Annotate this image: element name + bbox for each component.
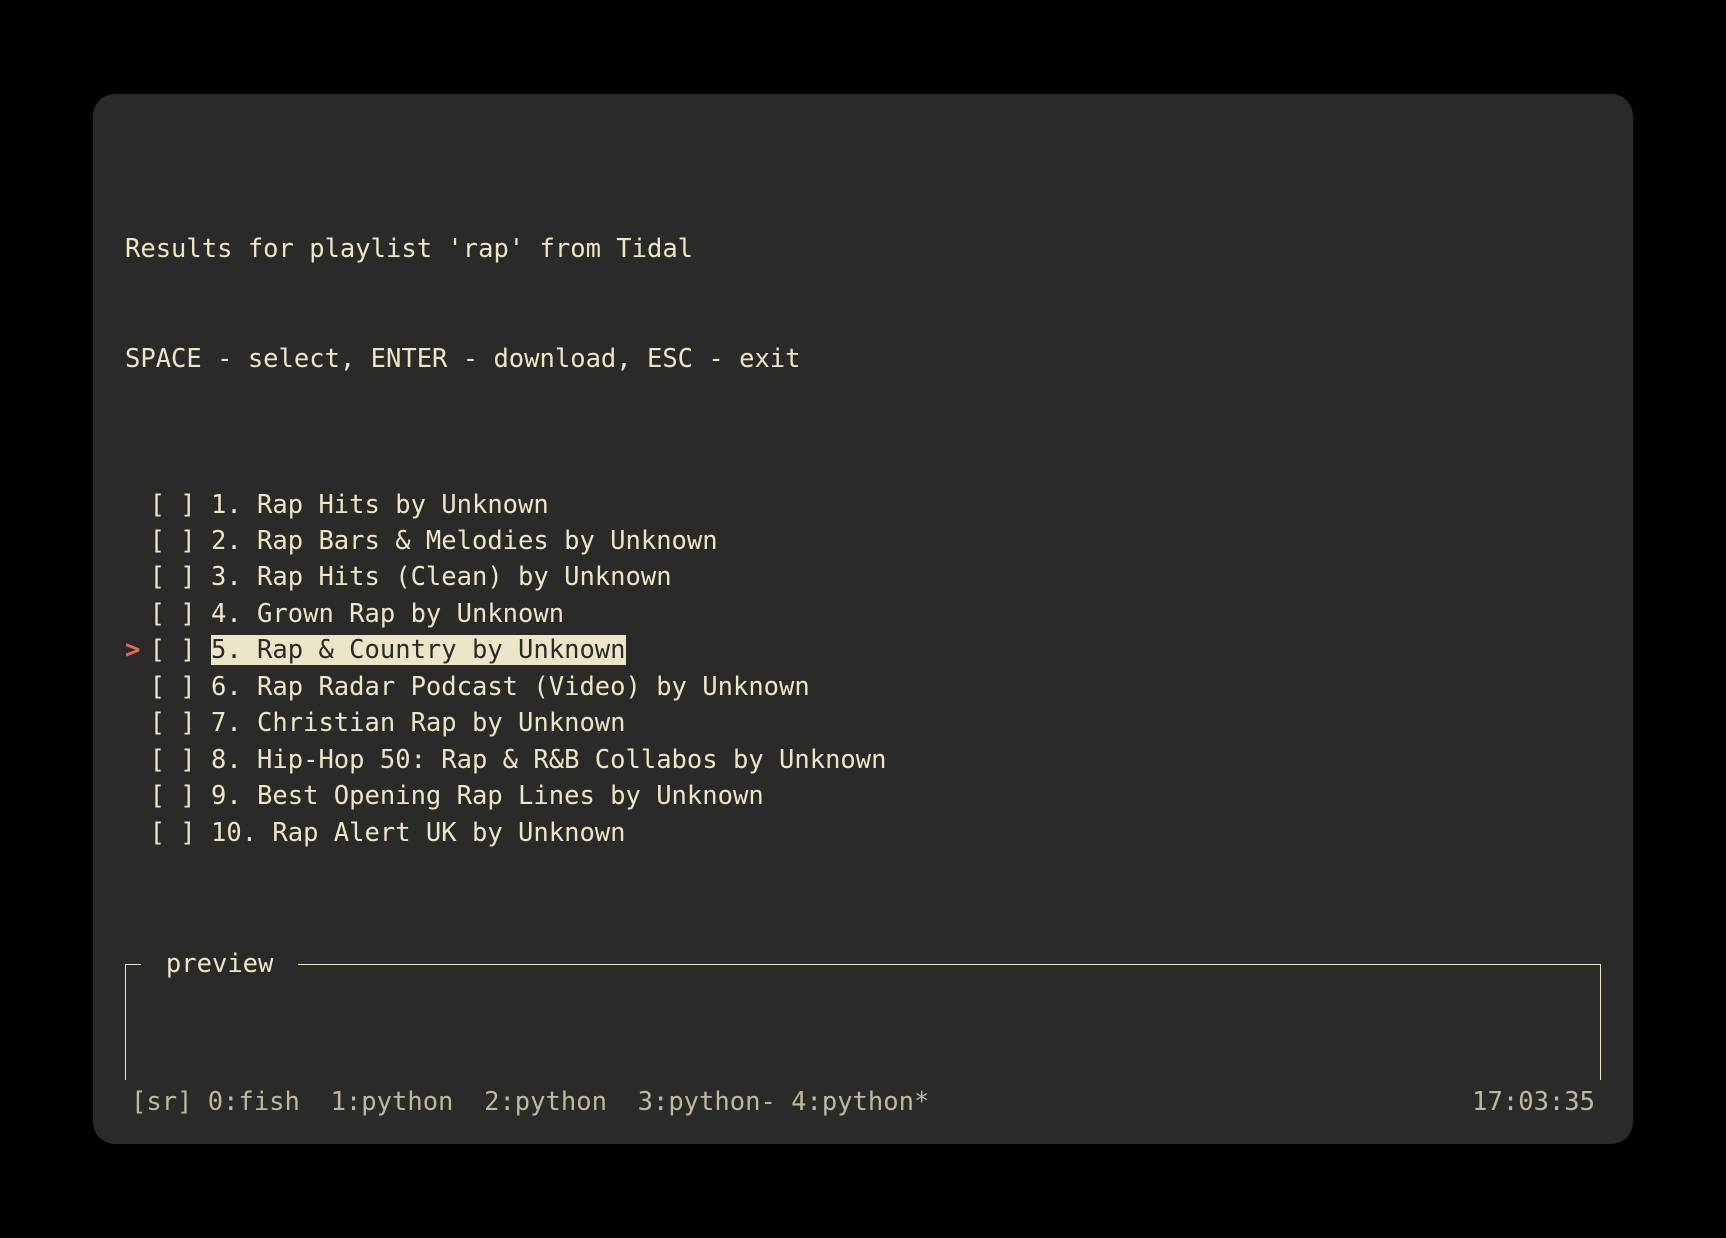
cursor-indicator — [125, 815, 150, 851]
list-checkbox[interactable]: [ ] — [150, 599, 211, 629]
list-checkbox[interactable]: [ ] — [150, 635, 211, 665]
list-checkbox[interactable]: [ ] — [150, 781, 211, 811]
list-item-label: 10. Rap Alert UK by Unknown — [211, 818, 626, 848]
list-checkbox[interactable]: [ ] — [150, 490, 211, 520]
cursor-indicator — [125, 669, 150, 705]
list-item-label: 7. Christian Rap by Unknown — [211, 708, 626, 738]
list-checkbox[interactable]: [ ] — [150, 745, 211, 775]
terminal-main: Results for playlist 'rap' from Tidal SP… — [125, 122, 1601, 1080]
list-item-label: 6. Rap Radar Podcast (Video) by Unknown — [211, 672, 810, 702]
cursor-indicator — [125, 559, 150, 595]
cursor-indicator — [125, 705, 150, 741]
list-checkbox[interactable]: [ ] — [150, 526, 211, 556]
tmux-status-left[interactable]: [sr] 0:fish 1:python 2:python 3:python- … — [131, 1084, 929, 1120]
cursor-indicator — [125, 596, 150, 632]
list-item[interactable]: [ ] 1. Rap Hits by Unknown — [125, 487, 1601, 523]
list-item[interactable]: [ ] 9. Best Opening Rap Lines by Unknown — [125, 778, 1601, 814]
list-item-label: 1. Rap Hits by Unknown — [211, 490, 549, 520]
list-item-label: 8. Hip-Hop 50: Rap & R&B Collabos by Unk… — [211, 745, 887, 775]
terminal-window: Results for playlist 'rap' from Tidal SP… — [93, 94, 1633, 1144]
cursor-indicator — [125, 523, 150, 559]
cursor-indicator — [125, 778, 150, 814]
cursor-indicator — [125, 742, 150, 778]
result-list[interactable]: [ ] 1. Rap Hits by Unknown [ ] 2. Rap Ba… — [125, 487, 1601, 852]
list-item-label: 3. Rap Hits (Clean) by Unknown — [211, 562, 672, 592]
cursor-indicator — [125, 487, 150, 523]
list-item[interactable]: >[ ] 5. Rap & Country by Unknown — [125, 632, 1601, 668]
results-title: Results for playlist 'rap' from Tidal — [125, 231, 1601, 267]
list-checkbox[interactable]: [ ] — [150, 562, 211, 592]
tmux-statusbar: [sr] 0:fish 1:python 2:python 3:python- … — [125, 1080, 1601, 1126]
list-item[interactable]: [ ] 10. Rap Alert UK by Unknown — [125, 815, 1601, 851]
preview-panel: preview 49 tracks Description: Check out… — [125, 964, 1601, 1079]
list-checkbox[interactable]: [ ] — [150, 708, 211, 738]
list-item[interactable]: [ ] 3. Rap Hits (Clean) by Unknown — [125, 559, 1601, 595]
cursor-indicator: > — [125, 632, 150, 668]
list-item-label: 5. Rap & Country by Unknown — [211, 635, 626, 665]
list-item-label: 9. Best Opening Rap Lines by Unknown — [211, 781, 764, 811]
list-checkbox[interactable]: [ ] — [150, 818, 211, 848]
list-item[interactable]: [ ] 7. Christian Rap by Unknown — [125, 705, 1601, 741]
list-item[interactable]: [ ] 2. Rap Bars & Melodies by Unknown — [125, 523, 1601, 559]
list-item[interactable]: [ ] 4. Grown Rap by Unknown — [125, 596, 1601, 632]
list-item-label: 2. Rap Bars & Melodies by Unknown — [211, 526, 718, 556]
tmux-clock: 17:03:35 — [1472, 1084, 1595, 1120]
list-item-label: 4. Grown Rap by Unknown — [211, 599, 564, 629]
list-checkbox[interactable]: [ ] — [150, 672, 211, 702]
list-item[interactable]: [ ] 6. Rap Radar Podcast (Video) by Unkn… — [125, 669, 1601, 705]
help-line: SPACE - select, ENTER - download, ESC - … — [125, 341, 1601, 377]
list-item[interactable]: [ ] 8. Hip-Hop 50: Rap & R&B Collabos by… — [125, 742, 1601, 778]
preview-label: preview — [141, 946, 298, 982]
